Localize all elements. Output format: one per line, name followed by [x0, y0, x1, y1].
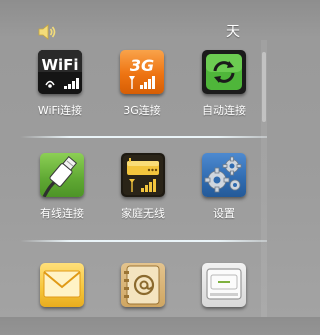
- row-divider: [20, 136, 267, 138]
- wifi-icon-text: WiFi: [41, 56, 78, 74]
- wired-connection-icon: [40, 153, 84, 197]
- wired-connect-tile[interactable]: 有线连接: [33, 153, 91, 225]
- storage-tile[interactable]: [195, 263, 253, 335]
- contacts-at-icon: [121, 263, 165, 307]
- auto-connect-label: 自动连接: [202, 104, 246, 117]
- mail-icon: [40, 263, 84, 307]
- row-divider: [20, 240, 267, 242]
- wired-connect-label: 有线连接: [40, 207, 84, 220]
- 3g-icon-text: 3G: [130, 56, 154, 75]
- wifi-icon: WiFi: [38, 50, 82, 94]
- wifi-connect-label: WiFi连接: [37, 104, 83, 117]
- wifi-connect-tile[interactable]: WiFi WiFi连接: [31, 50, 89, 122]
- speaker-icon[interactable]: [38, 23, 58, 41]
- settings-label: 设置: [213, 207, 235, 220]
- mail-tile[interactable]: [33, 263, 91, 335]
- status-bar-text: 天: [226, 24, 240, 40]
- home-wireless-tile[interactable]: 家庭无线: [114, 153, 172, 225]
- contacts-tile[interactable]: [114, 263, 172, 335]
- scrollbar-thumb[interactable]: [262, 52, 266, 122]
- settings-gears-icon: [202, 153, 246, 197]
- 3g-connect-label: 3G连接: [123, 104, 161, 117]
- auto-connect-icon: [202, 50, 246, 94]
- settings-tile[interactable]: 设置: [195, 153, 253, 225]
- home-wireless-label: 家庭无线: [121, 207, 165, 220]
- home-wireless-router-icon: [121, 153, 165, 197]
- 3g-connect-tile[interactable]: 3G 3G连接: [113, 50, 171, 122]
- 3g-icon: 3G: [120, 50, 164, 94]
- auto-connect-tile[interactable]: 自动连接: [195, 50, 253, 122]
- storage-drive-icon: [202, 263, 246, 307]
